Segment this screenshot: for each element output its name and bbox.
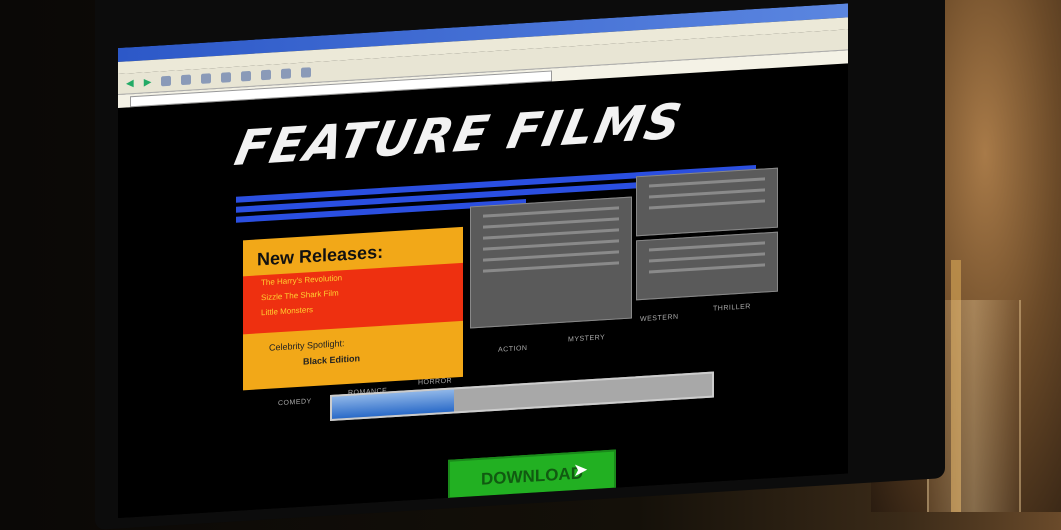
mouse-cursor-icon: ➤ [573, 459, 589, 481]
new-releases-list: The Harry's Revolution Sizzle The Shark … [243, 262, 463, 335]
spotlight-label: Celebrity Spotlight: [269, 338, 345, 353]
back-icon[interactable]: ◀ [126, 78, 134, 89]
mail-icon[interactable] [281, 68, 292, 80]
history-icon[interactable] [261, 69, 272, 81]
nav-horror[interactable]: HORROR [418, 378, 452, 387]
nav-action[interactable]: ACTION [498, 345, 527, 354]
nav-thriller[interactable]: THRILLER [713, 303, 751, 312]
browser-window: ◀ ▶ FEATURE FILMS New Releases: The Harr… [118, 3, 848, 519]
genre-panel [470, 196, 632, 329]
spotlight-title[interactable]: Black Edition [303, 353, 360, 366]
stop-icon[interactable] [161, 75, 172, 87]
search-icon[interactable] [221, 72, 232, 83]
nav-western[interactable]: WESTERN [640, 314, 679, 323]
home-icon[interactable] [201, 73, 212, 84]
site-logo: FEATURE FILMS [230, 93, 688, 178]
forward-icon[interactable]: ▶ [144, 76, 152, 87]
info-panel [636, 167, 778, 237]
download-progress-fill [332, 389, 454, 419]
web-page: FEATURE FILMS New Releases: The Harry's … [118, 63, 848, 519]
print-icon[interactable] [301, 67, 312, 78]
favorites-icon[interactable] [241, 70, 252, 82]
refresh-icon[interactable] [181, 74, 192, 86]
info-panel [636, 231, 778, 301]
new-releases-box: New Releases: The Harry's Revolution Siz… [243, 226, 463, 391]
new-releases-heading: New Releases: [257, 241, 384, 270]
nav-mystery[interactable]: MYSTERY [568, 334, 605, 343]
nav-comedy[interactable]: COMEDY [278, 398, 312, 407]
